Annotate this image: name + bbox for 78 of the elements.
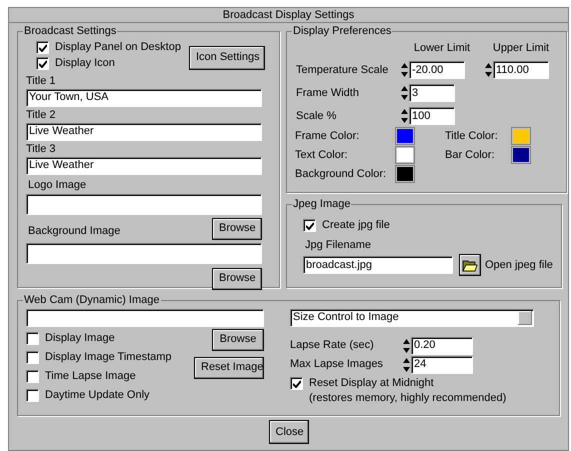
color-swatch[interactable] [395, 165, 415, 183]
checkbox-label: Daytime Update Only [45, 388, 150, 404]
number-field[interactable]: 0.20 [411, 336, 473, 354]
text-field[interactable] [26, 194, 262, 214]
field-label: Temperature Scale [296, 62, 390, 78]
field-label: Bar Color: [445, 148, 496, 163]
group-title: Jpeg Image [292, 197, 352, 212]
group-title: Web Cam (Dynamic) Image [23, 293, 160, 308]
field-label: Lower Limit [412, 40, 472, 56]
push-button[interactable]: Reset Image [194, 356, 264, 378]
field-label: Title 3 [26, 142, 57, 156]
push-button[interactable]: Browse [212, 328, 264, 350]
spinner-arrows-icon[interactable] [400, 84, 409, 102]
checkbox[interactable] [36, 41, 49, 54]
field-label: Text Color: [295, 148, 349, 163]
field-label: Max Lapse Images [290, 357, 384, 372]
group-title: Broadcast Settings [23, 24, 118, 39]
group-title: Display Preferences [292, 24, 392, 39]
text-field[interactable]: Live Weather [26, 156, 262, 174]
note-text: (restores memory, highly recommended) [309, 392, 508, 404]
open-file-button[interactable] [459, 254, 481, 276]
field-label: Frame Width [296, 86, 360, 101]
checkbox[interactable] [26, 370, 39, 383]
checkbox[interactable] [36, 57, 49, 70]
spinner-arrows-icon[interactable] [400, 61, 409, 79]
checkbox-label: Create jpg file [322, 218, 390, 234]
field-label: Background Image [28, 224, 120, 239]
checkmark-icon [306, 222, 314, 230]
spinner-arrows-icon[interactable] [484, 61, 493, 79]
spinner-arrows-icon[interactable] [400, 107, 409, 125]
text-field[interactable]: Your Town, USA [26, 88, 262, 106]
checkbox-label: Display Image [45, 331, 115, 346]
number-field[interactable]: 3 [409, 84, 455, 102]
spinner-arrows-icon[interactable] [402, 356, 411, 374]
checkbox-label: Display Image Timestamp [45, 350, 172, 366]
checkbox[interactable] [303, 219, 316, 232]
text-field[interactable] [26, 308, 264, 326]
text-field[interactable]: broadcast.jpg [303, 256, 453, 274]
number-field[interactable]: 110.00 [493, 61, 549, 79]
text-field[interactable]: Live Weather [26, 122, 262, 140]
field-label: Jpg Filename [305, 238, 372, 252]
checkbox[interactable] [26, 389, 39, 402]
color-swatch[interactable] [395, 146, 415, 164]
checkbox[interactable] [26, 332, 39, 345]
number-field[interactable]: 100 [409, 107, 455, 125]
dropdown-button[interactable] [518, 310, 532, 324]
field-label: Title 2 [26, 108, 57, 122]
color-swatch[interactable] [511, 127, 531, 145]
number-field[interactable]: -20.00 [409, 61, 465, 79]
field-label: Scale % [296, 108, 338, 124]
color-swatch[interactable] [395, 127, 415, 145]
field-label: Logo Image [28, 178, 88, 192]
push-button[interactable]: Browse [212, 218, 262, 240]
checkbox[interactable] [290, 377, 303, 390]
number-field[interactable]: 24 [411, 356, 473, 374]
checkbox-label: Display Icon [55, 56, 115, 72]
checkbox-label: Time Lapse Image [45, 369, 136, 384]
field-label: Frame Color: [295, 128, 360, 144]
size-dropdown[interactable]: Size Control to Image [290, 308, 534, 326]
checkbox[interactable] [26, 351, 39, 364]
field-label: Lapse Rate (sec) [290, 338, 375, 354]
folder-icon [462, 258, 478, 272]
field-label: Background Color: [295, 166, 388, 182]
push-button[interactable]: Browse [212, 268, 262, 290]
field-label: Title Color: [445, 128, 499, 144]
window-title: Broadcast Display Settings [9, 8, 568, 23]
checkbox-label: Display Panel on Desktop [55, 40, 181, 56]
field-label: Title 1 [26, 74, 57, 88]
text-field[interactable] [26, 242, 262, 264]
spinner-arrows-icon[interactable] [402, 336, 411, 354]
push-button[interactable]: Close [268, 420, 308, 444]
field-label: Upper Limit [492, 40, 550, 56]
color-swatch[interactable] [511, 146, 531, 164]
dropdown-value: Size Control to Image [293, 310, 399, 326]
checkbox-label: Reset Display at Midnight [309, 376, 434, 392]
push-button[interactable]: Icon Settings [189, 46, 265, 70]
field-label: Open jpeg file [485, 258, 553, 273]
checkmark-icon [292, 380, 300, 388]
